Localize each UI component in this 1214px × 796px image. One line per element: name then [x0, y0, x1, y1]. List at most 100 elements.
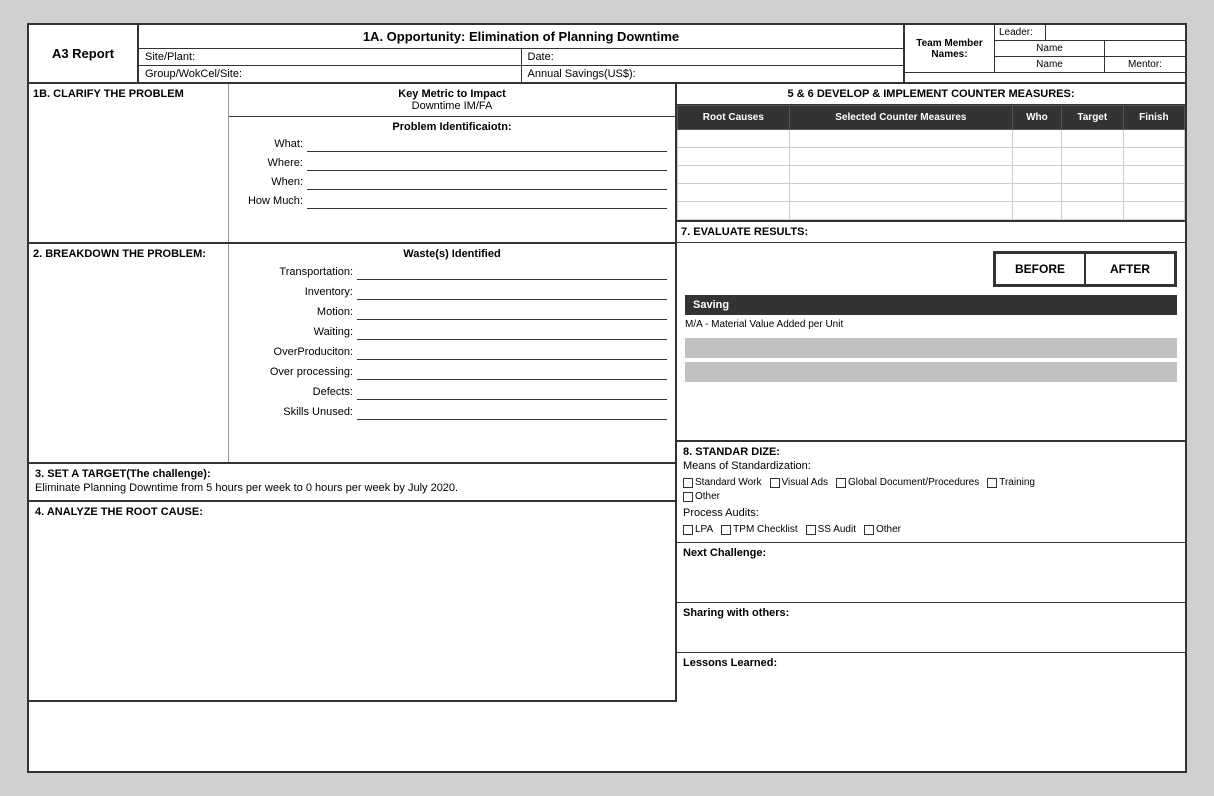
- group-savings-row: Group/WokCel/Site: Annual Savings(US$):: [139, 66, 903, 82]
- std-title: 8. STANDAR DIZE:: [683, 446, 1179, 458]
- checkbox-lpa[interactable]: LPA: [683, 524, 713, 535]
- checkbox-training[interactable]: Training: [987, 477, 1035, 488]
- checkbox-standard-work[interactable]: Standard Work: [683, 477, 762, 488]
- skills-unused-label: Skills Unused:: [237, 406, 357, 418]
- over-production-label: OverProduciton:: [237, 346, 357, 358]
- cm-section: 5 & 6 DEVELOP & IMPLEMENT COUNTER MEASUR…: [677, 84, 1185, 222]
- section-3-content: Eliminate Planning Downtime from 5 hours…: [35, 480, 669, 496]
- where-line: [307, 155, 667, 171]
- cm-table-body: [678, 130, 1185, 220]
- inventory-label: Inventory:: [237, 286, 357, 298]
- cb-visual-ads[interactable]: [770, 478, 780, 488]
- how-much-row: How Much:: [237, 193, 667, 209]
- grey-bar-1: [685, 338, 1177, 358]
- right-panel: 5 & 6 DEVELOP & IMPLEMENT COUNTER MEASUR…: [677, 84, 1185, 702]
- team-right: Leader: Name Name Mentor:: [995, 25, 1185, 72]
- checkbox-other2[interactable]: Other: [864, 524, 901, 535]
- main-content: 1B. CLARIFY THE PROBLEM Key Metric to Im…: [29, 84, 1185, 702]
- where-label: Where:: [237, 157, 307, 169]
- team-names-label: Team Member Names:: [905, 25, 995, 72]
- cm-header: 5 & 6 DEVELOP & IMPLEMENT COUNTER MEASUR…: [677, 84, 1185, 105]
- motion-line: [357, 304, 667, 320]
- evaluate-header: 7. EVALUATE RESULTS:: [677, 222, 1185, 243]
- table-row: [678, 184, 1185, 202]
- name-2: Name: [995, 57, 1105, 72]
- mentor-area: [1105, 47, 1185, 51]
- cb-tpm[interactable]: [721, 525, 731, 535]
- section-4-title: 4. ANALYZE THE ROOT CAUSE:: [35, 506, 669, 518]
- cb-ss-audit[interactable]: [806, 525, 816, 535]
- std-work-label: Standard Work: [695, 477, 762, 488]
- next-challenge-label: Next Challenge:: [683, 547, 1179, 559]
- lessons-label: Lessons Learned:: [683, 657, 1179, 669]
- col-target: Target: [1061, 106, 1123, 130]
- section-2-right: Waste(s) Identified Transportation: Inve…: [229, 244, 675, 462]
- checkbox-tpm[interactable]: TPM Checklist: [721, 524, 797, 535]
- cm-table: Root Causes Selected Counter Measures Wh…: [677, 105, 1185, 220]
- section-2-title: 2. BREAKDOWN THE PROBLEM:: [33, 248, 224, 260]
- problem-id-area: Problem Identificaiotn: What: Where: Whe…: [229, 117, 675, 216]
- leader-label: Leader:: [995, 25, 1045, 40]
- transportation-row: Transportation:: [237, 264, 667, 280]
- over-production-row: OverProduciton:: [237, 344, 667, 360]
- col-selected-cm: Selected Counter Measures: [789, 106, 1012, 130]
- training-label: Training: [999, 477, 1035, 488]
- a3-report-label: A3 Report: [29, 25, 139, 82]
- checkbox-global-doc[interactable]: Global Document/Procedures: [836, 477, 979, 488]
- checkbox-visual-ads[interactable]: Visual Ads: [770, 477, 829, 488]
- leader-value: [1045, 25, 1185, 40]
- header-section: A3 Report 1A. Opportunity: Elimination o…: [29, 25, 1185, 84]
- over-processing-line: [357, 364, 667, 380]
- how-much-label: How Much:: [237, 195, 307, 207]
- defects-label: Defects:: [237, 386, 357, 398]
- inventory-row: Inventory:: [237, 284, 667, 300]
- site-date-row: Site/Plant: Date:: [139, 49, 903, 66]
- transportation-label: Transportation:: [237, 266, 357, 278]
- global-doc-label: Global Document/Procedures: [848, 477, 979, 488]
- over-processing-label: Over processing:: [237, 366, 357, 378]
- table-row: [678, 166, 1185, 184]
- transportation-line: [357, 264, 667, 280]
- defects-row: Defects:: [237, 384, 667, 400]
- next-challenge-section: Next Challenge:: [677, 543, 1185, 603]
- section-1b-left: 1B. CLARIFY THE PROBLEM: [29, 84, 229, 242]
- section-1b-title: 1B. CLARIFY THE PROBLEM: [33, 88, 224, 100]
- before-after-box: BEFORE AFTER: [993, 251, 1177, 287]
- visual-ads-label: Visual Ads: [782, 477, 829, 488]
- process-audits-label: Process Audits:: [683, 505, 1179, 521]
- before-after-area: BEFORE AFTER: [685, 251, 1177, 287]
- cb-training[interactable]: [987, 478, 997, 488]
- key-metric-value: Downtime IM/FA: [233, 100, 671, 112]
- how-much-line: [307, 193, 667, 209]
- inventory-line: [357, 284, 667, 300]
- cb-other2[interactable]: [864, 525, 874, 535]
- mentor-label: Mentor:: [1105, 57, 1185, 72]
- sharing-section: Sharing with others:: [677, 603, 1185, 653]
- table-row: [678, 130, 1185, 148]
- site-field: Site/Plant:: [139, 49, 522, 65]
- waiting-label: Waiting:: [237, 326, 357, 338]
- col-root-causes: Root Causes: [678, 106, 790, 130]
- waiting-row: Waiting:: [237, 324, 667, 340]
- cb-other1[interactable]: [683, 492, 693, 502]
- leader-row: Leader:: [995, 25, 1185, 41]
- section-2-left: 2. BREAKDOWN THE PROBLEM:: [29, 244, 229, 462]
- what-row: What:: [237, 136, 667, 152]
- left-panel: 1B. CLARIFY THE PROBLEM Key Metric to Im…: [29, 84, 677, 702]
- sharing-label: Sharing with others:: [683, 607, 1179, 619]
- header-center: 1A. Opportunity: Elimination of Planning…: [139, 25, 905, 82]
- lessons-section: Lessons Learned:: [677, 653, 1185, 693]
- problem-id-title: Problem Identificaiotn:: [237, 121, 667, 133]
- waiting-line: [357, 324, 667, 340]
- section-1b: 1B. CLARIFY THE PROBLEM Key Metric to Im…: [29, 84, 675, 244]
- over-production-line: [357, 344, 667, 360]
- cb-standard-work[interactable]: [683, 478, 693, 488]
- header-right: Team Member Names: Leader: Name Name Men…: [905, 25, 1185, 82]
- cb-lpa[interactable]: [683, 525, 693, 535]
- defects-line: [357, 384, 667, 400]
- section-4: 4. ANALYZE THE ROOT CAUSE:: [29, 502, 675, 702]
- before-label: BEFORE: [995, 253, 1085, 285]
- cb-global-doc[interactable]: [836, 478, 846, 488]
- checkbox-ss-audit[interactable]: SS Audit: [806, 524, 856, 535]
- checkbox-other1[interactable]: Other: [683, 491, 720, 502]
